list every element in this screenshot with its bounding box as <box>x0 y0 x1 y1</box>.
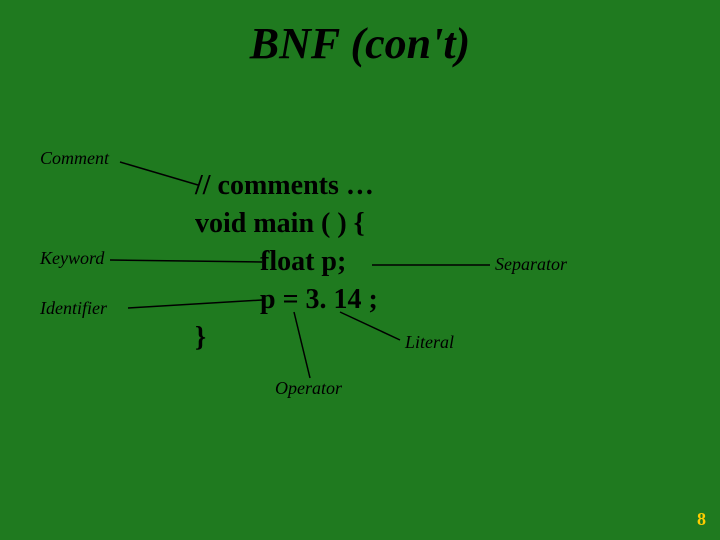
code-line-4: p = 3. 14 ; <box>260 284 378 316</box>
line-identifier <box>128 300 262 308</box>
label-literal: Literal <box>405 332 454 353</box>
line-comment <box>120 162 198 185</box>
code-line-5: } <box>195 322 206 354</box>
line-keyword <box>110 260 262 262</box>
code-line-3: float p; <box>260 246 346 278</box>
label-comment: Comment <box>40 148 109 169</box>
label-keyword: Keyword <box>40 248 104 269</box>
code-line-1: // comments … <box>195 170 374 202</box>
code-line-2: void main ( ) { <box>195 208 365 240</box>
label-separator: Separator <box>495 254 567 275</box>
page-number: 8 <box>697 509 706 530</box>
label-identifier: Identifier <box>40 298 107 319</box>
connector-lines <box>0 0 720 540</box>
slide-title: BNF (con't) <box>0 18 720 69</box>
label-operator: Operator <box>275 378 342 399</box>
line-operator <box>294 312 310 378</box>
line-literal <box>340 312 400 340</box>
slide: BNF (con't) Comment Keyword Identifier /… <box>0 0 720 540</box>
